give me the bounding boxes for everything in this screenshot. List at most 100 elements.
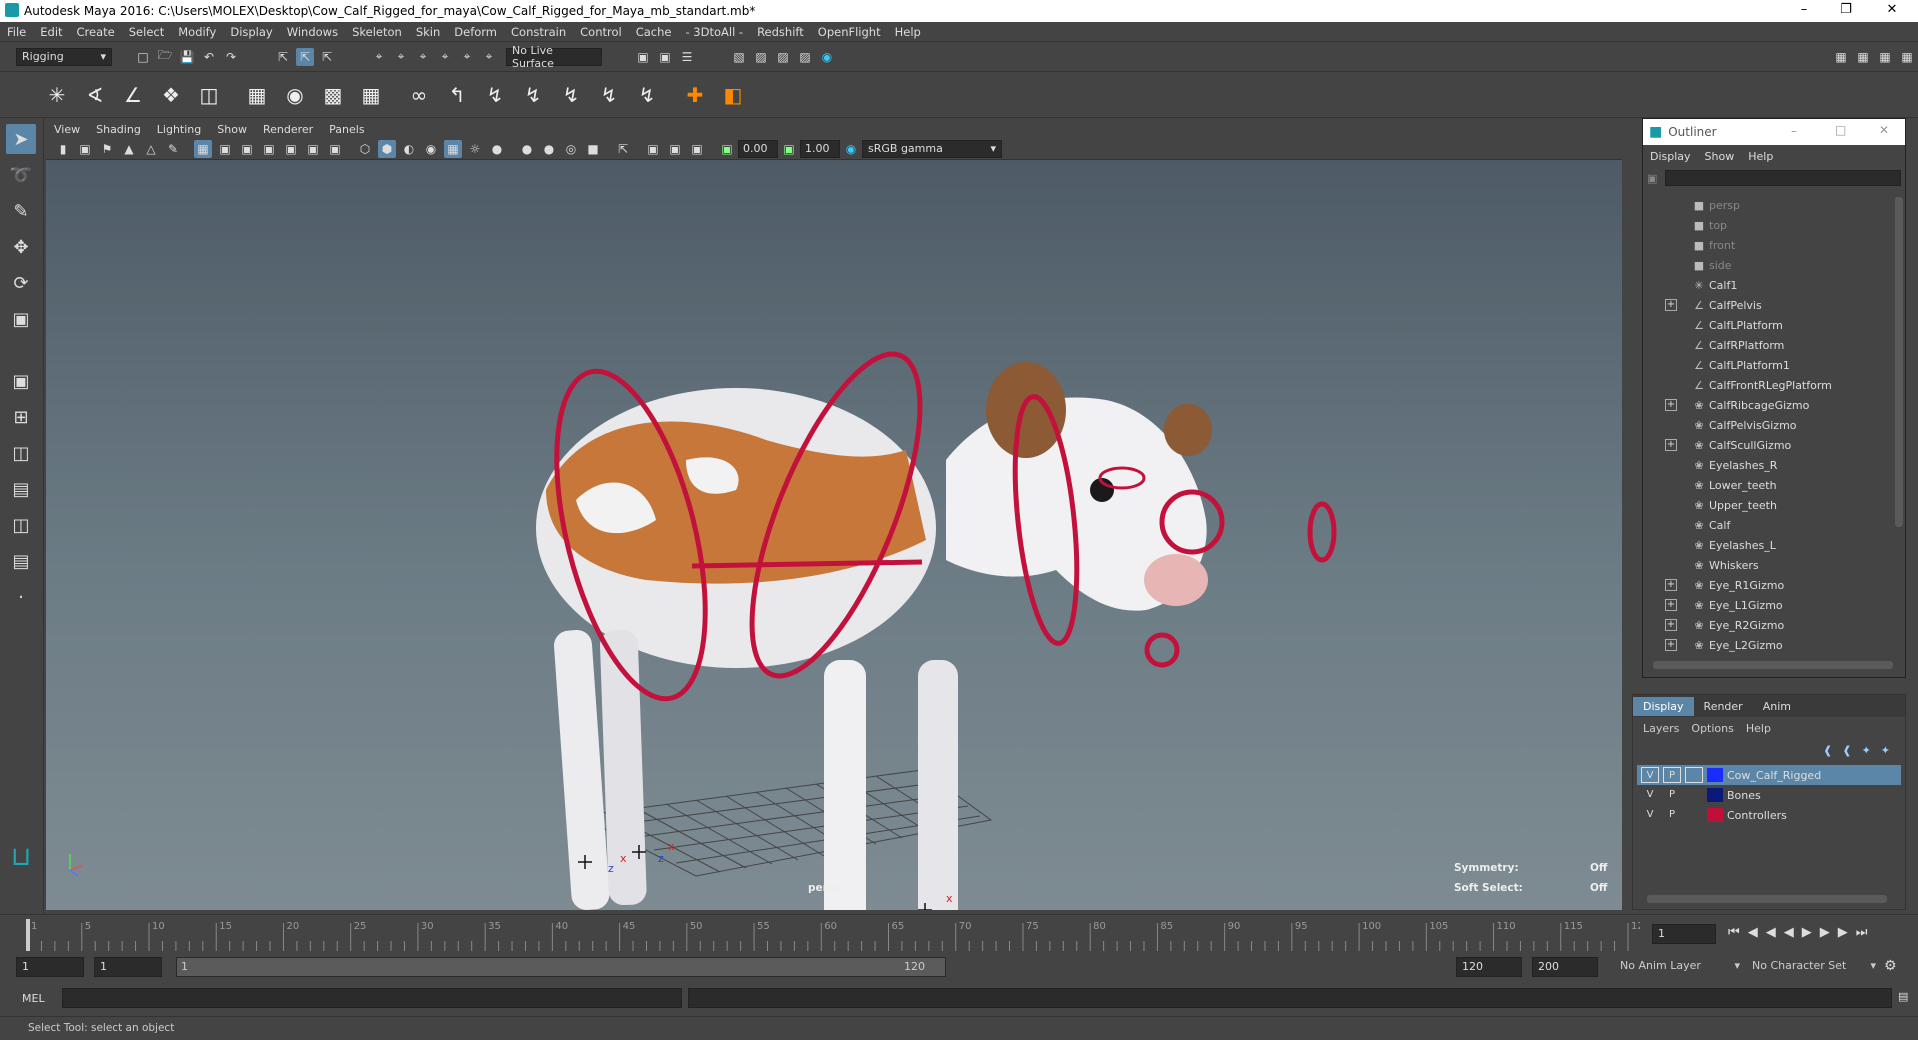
auto-key-icon[interactable]: ⚙ [1884,958,1897,974]
safe-title-icon[interactable]: ▣ [326,140,344,158]
four-view-layout-icon[interactable]: ⊞ [6,402,36,432]
play-backward-icon[interactable]: ◀ [1784,925,1794,940]
construction-history-icon[interactable]: ☰ [678,48,696,66]
render-settings-icon[interactable]: ▧ [730,48,748,66]
snap-surface-icon[interactable]: ⌖ [458,48,476,66]
xray-joints-icon[interactable]: ▣ [666,140,684,158]
menu-select[interactable]: Select [129,25,164,39]
channel-box-icon[interactable]: ▦ [1898,48,1916,66]
layer-menu-help[interactable]: Help [1746,722,1771,735]
custom-layout-icon[interactable]: · [6,582,36,612]
menu-openflight[interactable]: OpenFlight [818,25,881,39]
layer-display-type-toggle[interactable] [1685,787,1703,803]
layer-visibility-toggle[interactable]: V [1641,807,1659,823]
tool-settings-icon[interactable]: ▦ [1876,48,1894,66]
command-language-label[interactable]: MEL [22,992,45,1005]
restore-button[interactable]: ❐ [1826,2,1866,20]
outliner-item[interactable]: ∠ CalfRPlatform [1643,335,1905,355]
menu-constrain[interactable]: Constrain [511,25,566,39]
new-layer-selected-icon[interactable]: ✦ [1881,744,1890,757]
locator-icon[interactable]: ✚ [680,80,710,110]
expand-icon[interactable]: + [1665,399,1677,411]
start-time-field[interactable]: 1 [16,957,84,977]
smooth-bind-icon[interactable]: ◉ [280,80,310,110]
constraint-geometry-icon[interactable]: ↯ [632,80,662,110]
layer-row[interactable]: V P Controllers [1637,805,1901,825]
tab-display[interactable]: Display [1633,696,1694,716]
range-bar[interactable]: 1 120 [176,957,946,977]
move-tool-icon[interactable]: ✥ [6,232,36,262]
outliner-maximize-button[interactable]: □ [1835,123,1846,137]
layer-color-swatch[interactable] [1707,788,1723,802]
menu-modify[interactable]: Modify [178,25,216,39]
snap-curve-icon[interactable]: ⌖ [392,48,410,66]
layer-display-type-toggle[interactable] [1685,767,1703,783]
camera-attr-icon[interactable]: ▣ [76,140,94,158]
outliner-item[interactable]: + ❀ CalfRibcageGizmo [1643,395,1905,415]
color-management-icon[interactable]: ◉ [842,140,860,158]
outliner-horizontal-scrollbar[interactable] [1653,661,1893,669]
render-view-icon[interactable]: ▨ [796,48,814,66]
move-layer-down-icon[interactable]: ❰ [1842,744,1851,757]
shadows-icon[interactable]: ● [488,140,506,158]
outliner-menu-show[interactable]: Show [1705,150,1735,163]
layer-display-type-toggle[interactable] [1685,807,1703,823]
motion-blur-icon[interactable]: ● [540,140,558,158]
menu-windows[interactable]: Windows [287,25,338,39]
outliner-item[interactable]: + ❀ CalfScullGizmo [1643,435,1905,455]
default-material-icon[interactable]: ◉ [422,140,440,158]
layer-row[interactable]: V P Cow_Calf_Rigged [1637,765,1901,785]
lasso-tool-icon[interactable]: ➰ [6,160,36,190]
constraint-point-icon[interactable]: ∞ [404,80,434,110]
expand-icon[interactable]: + [1665,439,1677,451]
expand-icon[interactable]: + [1665,299,1677,311]
view-transform-dropdown[interactable]: sRGB gamma ▾ [862,139,1002,158]
multisample-icon[interactable]: ◎ [562,140,580,158]
close-button[interactable]: ✕ [1872,2,1912,20]
outliner-menu-display[interactable]: Display [1650,150,1691,163]
expand-icon[interactable]: + [1665,599,1677,611]
persp-uv-layout-icon[interactable]: ▤ [6,546,36,576]
constraint-scale-icon[interactable]: ↯ [518,80,548,110]
safe-action-icon[interactable]: ▣ [304,140,322,158]
menu-set-dropdown[interactable]: Rigging ▾ [16,47,112,66]
single-perspective-layout-icon[interactable]: ▣ [6,366,36,396]
menu-deform[interactable]: Deform [454,25,497,39]
select-object-icon[interactable]: ⇱ [296,47,314,66]
outliner-item[interactable]: ❀ CalfPelvisGizmo [1643,415,1905,435]
menu-skin[interactable]: Skin [416,25,440,39]
grid-icon[interactable]: ▦ [194,139,212,158]
layer-playback-toggle[interactable]: P [1663,767,1681,783]
constraint-orient-icon[interactable]: ↯ [480,80,510,110]
outliner-menu-help[interactable]: Help [1748,150,1773,163]
tab-anim[interactable]: Anim [1753,697,1801,716]
end-time-field[interactable]: 200 [1532,957,1598,977]
exposure-icon[interactable]: ▣ [718,140,736,158]
expand-icon[interactable]: + [1665,579,1677,591]
textured-icon[interactable]: ▦ [444,139,462,158]
outliner-minimize-button[interactable]: – [1791,124,1797,138]
ik-handle-icon[interactable]: ∢ [80,80,110,110]
bind-skin-icon[interactable]: ▦ [242,80,272,110]
bookmark-icon[interactable]: ⚑ [98,140,116,158]
menu-edit[interactable]: Edit [40,25,62,39]
exposure-field[interactable]: 0.00 [738,139,778,158]
cluster-icon[interactable]: ▦ [356,80,386,110]
outliner-item[interactable]: + ❀ Eye_R2Gizmo [1643,615,1905,635]
outliner-close-button[interactable]: ✕ [1879,123,1889,137]
layer-playback-toggle[interactable]: P [1663,787,1681,803]
panel-menu-panels[interactable]: Panels [329,123,364,136]
playback-end-field[interactable]: 120 [1456,957,1522,977]
outliner-item[interactable]: ❀ Eyelashes_L [1643,535,1905,555]
grease-pencil-icon[interactable]: ✎ [164,140,182,158]
open-scene-icon[interactable]: 🗁 [156,48,174,66]
panel-menu-lighting[interactable]: Lighting [157,123,201,136]
gate-mask-icon[interactable]: ▣ [260,140,278,158]
menu-3dtoall[interactable]: - 3DtoAll - [685,25,743,39]
menu-file[interactable]: File [7,25,26,39]
step-forward-key-icon[interactable]: ▶ [1838,925,1848,940]
outliner-item[interactable]: ■ persp [1643,195,1905,215]
snap-live-icon[interactable]: ⌖ [480,48,498,66]
new-scene-icon[interactable]: □ [134,48,152,66]
rotate-tool-icon[interactable]: ⟳ [6,268,36,298]
